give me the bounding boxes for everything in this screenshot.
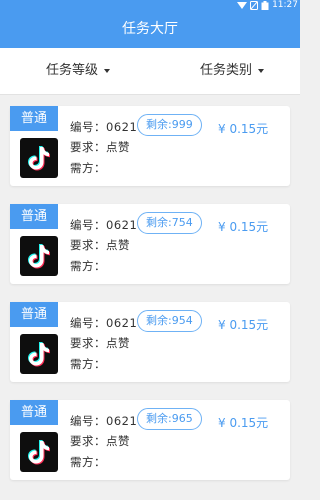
filter-task-level[interactable]: 任务等级 [46,48,111,94]
task-requirement: 要求：点赞 [70,433,130,449]
task-requirement-value: 点赞 [106,140,130,154]
task-number: 编号：0621 [70,119,137,135]
remaining-count-badge: 剩余:754 [137,212,202,234]
status-bar: 11:27 [0,0,300,10]
task-requirement-value: 点赞 [106,238,130,252]
task-requirement: 要求：点赞 [70,335,130,351]
task-requirement: 要求：点赞 [70,237,130,253]
caret-down-icon [104,69,111,73]
tiktok-icon [20,236,58,276]
task-demander: 需方： [70,259,106,273]
task-card[interactable]: 普通 编号：0621 要求：点赞 需方： 剩余:965 ¥ 0.15元 [10,400,290,480]
task-level-badge: 普通 [10,106,58,131]
remaining-count-badge: 剩余:999 [137,114,202,136]
task-number-value: 0621 [106,414,138,428]
task-number-label: 编号： [70,414,106,428]
task-price: ¥ 0.15元 [218,416,269,430]
task-number: 编号：0621 [70,413,137,429]
filter-bar: 任务等级 任务类别 [0,48,300,95]
task-requirement-label: 要求： [70,140,106,154]
task-price: ¥ 0.15元 [218,122,269,136]
task-level-badge: 普通 [10,400,58,425]
task-price: ¥ 0.15元 [218,318,269,332]
task-number-value: 0621 [106,218,138,232]
task-number-label: 编号： [70,120,106,134]
task-requirement: 要求：点赞 [70,139,130,155]
battery-icon [261,0,269,10]
tiktok-icon [20,138,58,178]
tiktok-icon [20,334,58,374]
filter-task-category-label: 任务类别 [200,63,253,78]
caret-down-icon [258,69,265,73]
filter-task-category[interactable]: 任务类别 [200,48,265,94]
task-card[interactable]: 普通 编号：0621 要求：点赞 需方： 剩余:954 ¥ 0.15元 [10,302,290,382]
task-number-value: 0621 [106,120,138,134]
remaining-count-badge: 剩余:965 [137,408,202,430]
filter-task-level-label: 任务等级 [46,63,99,78]
task-number: 编号：0621 [70,217,137,233]
task-number-value: 0621 [106,316,138,330]
task-card[interactable]: 普通 编号：0621 要求：点赞 需方： 剩余:754 ¥ 0.15元 [10,204,290,284]
task-level-badge: 普通 [10,302,58,327]
no-sim-icon [250,0,259,10]
wifi-icon [237,2,248,9]
task-card[interactable]: 普通 编号：0621 要求：点赞 需方： 剩余:999 ¥ 0.15元 [10,106,290,186]
status-time: 11:27 [272,0,298,10]
task-number-label: 编号： [70,218,106,232]
remaining-count-badge: 剩余:954 [137,310,202,332]
task-requirement-value: 点赞 [106,434,130,448]
task-level-badge: 普通 [10,204,58,229]
task-requirement-label: 要求： [70,336,106,350]
status-icons: 11:27 [237,0,298,10]
task-price: ¥ 0.15元 [218,220,269,234]
task-demander: 需方： [70,357,106,371]
page-title: 任务大厅 [0,10,300,48]
task-demander: 需方： [70,455,106,469]
task-number-label: 编号： [70,316,106,330]
task-requirement-value: 点赞 [106,336,130,350]
task-requirement-label: 要求： [70,238,106,252]
tiktok-icon [20,432,58,472]
task-demander: 需方： [70,161,106,175]
task-number: 编号：0621 [70,315,137,331]
task-requirement-label: 要求： [70,434,106,448]
